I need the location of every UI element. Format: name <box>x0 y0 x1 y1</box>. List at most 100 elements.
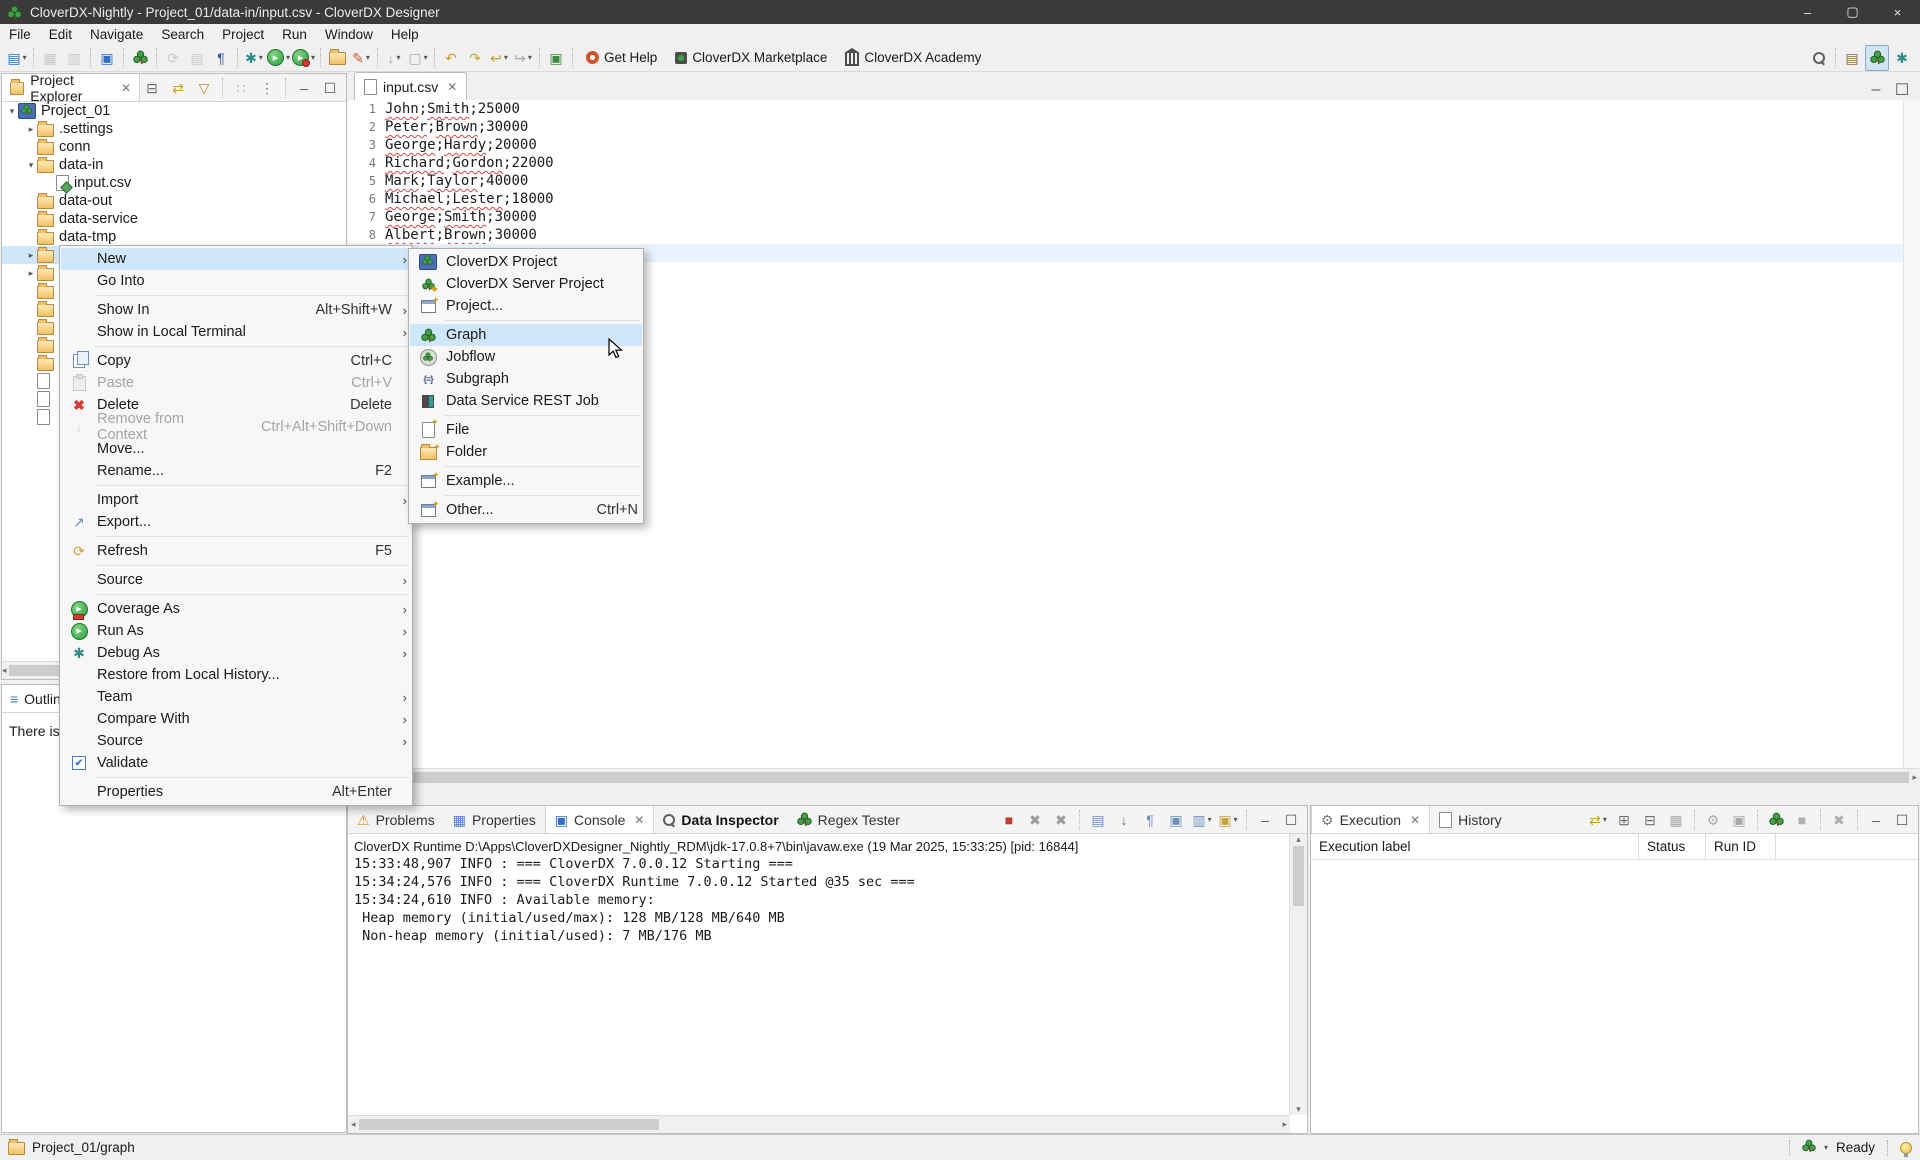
menu-project[interactable]: Project <box>213 25 273 44</box>
menu-item-export[interactable]: ↗Export... <box>61 511 411 533</box>
tree-item-data-service[interactable]: data-service <box>2 210 346 228</box>
menu-item-folder[interactable]: ✦Folder <box>410 441 642 463</box>
tab-history[interactable]: History <box>1430 806 1511 833</box>
filter-button[interactable]: ▽ <box>193 76 215 100</box>
scroll-up-icon[interactable]: ▴ <box>1296 834 1301 845</box>
remove-launch-button[interactable]: ✖ <box>1024 808 1046 832</box>
menu-item-example[interactable]: ✦Example... <box>410 470 642 492</box>
chevron-down-icon[interactable]: ▾ <box>1824 1143 1828 1152</box>
menu-run[interactable]: Run <box>273 25 316 44</box>
get-help-link[interactable]: Get Help <box>586 50 657 65</box>
tree-item-data-out[interactable]: data-out <box>2 192 346 210</box>
new-graph-button[interactable]: ▤▾ <box>6 46 28 70</box>
open-console-button[interactable]: ▣▾ <box>1217 808 1239 832</box>
expand-arrow-icon[interactable]: ▸ <box>25 124 37 135</box>
word-wrap-button[interactable]: ¶ <box>1139 808 1161 832</box>
menu-item-project[interactable]: ✦Project... <box>410 295 642 317</box>
menu-item-show-in[interactable]: Show InAlt+Shift+W› <box>61 299 411 321</box>
stop-button[interactable]: ■ <box>1791 808 1813 832</box>
undo-button[interactable]: ↶ <box>440 46 462 70</box>
menu-item-debug-as[interactable]: ✱Debug As› <box>61 642 411 664</box>
close-button[interactable]: × <box>1875 0 1920 24</box>
menu-item-graph[interactable]: Graph <box>410 324 642 346</box>
menu-item-refresh[interactable]: ⟳RefreshF5 <box>61 540 411 562</box>
menu-item-file[interactable]: ✦File <box>410 419 642 441</box>
remove-all-button[interactable]: ✖ <box>1050 808 1072 832</box>
maximize-button[interactable]: ☐ <box>1280 808 1302 832</box>
focus-button[interactable]: ∷ <box>230 76 252 100</box>
menu-window[interactable]: Window <box>316 25 382 44</box>
menu-item-other[interactable]: ✦Other...Ctrl+N <box>410 499 642 521</box>
server-status-icon[interactable] <box>1802 1139 1816 1156</box>
tab-data-inspector[interactable]: Data Inspector <box>654 806 787 833</box>
academy-link[interactable]: CloverDX Academy <box>845 50 981 66</box>
editor-hscrollbar[interactable]: ◂▸ <box>348 768 1920 786</box>
redo-button[interactable]: ↷ <box>464 46 486 70</box>
minimize-icon[interactable]: – <box>1866 80 1886 100</box>
menu-item-compare-with[interactable]: Compare With› <box>61 708 411 730</box>
notification-bulb-icon[interactable] <box>1900 1142 1912 1154</box>
menu-item-rename[interactable]: Rename...F2 <box>61 460 411 482</box>
scroll-thumb[interactable] <box>1293 846 1304 906</box>
column-header-run-id[interactable]: Run ID <box>1706 834 1776 859</box>
menu-item-run-as[interactable]: ▶Run As› <box>61 620 411 642</box>
view-menu-button[interactable]: ⋮ <box>256 76 278 100</box>
menu-item-restore-from-local-history[interactable]: Restore from Local History... <box>61 664 411 686</box>
menu-navigate[interactable]: Navigate <box>81 25 152 44</box>
debug-perspective-button[interactable]: ✱ <box>1891 46 1913 70</box>
link-editor-button[interactable]: ▣ <box>545 46 567 70</box>
expand-arrow-icon[interactable]: ▸ <box>25 268 37 279</box>
close-icon[interactable]: ✕ <box>121 81 131 95</box>
scroll-left-icon[interactable]: ◂ <box>351 1119 356 1130</box>
graph-source-button[interactable]: ▤ <box>186 46 208 70</box>
marketplace-link[interactable]: CloverDX Marketplace <box>675 50 827 65</box>
menu-item-remove-from-context[interactable]: ↓Remove from ContextCtrl+Alt+Shift+Down <box>61 416 411 438</box>
menu-edit[interactable]: Edit <box>40 25 81 44</box>
remove-button[interactable]: ✖ <box>1828 808 1850 832</box>
link-editor-button[interactable]: ⇄ <box>167 76 189 100</box>
scroll-left-icon[interactable]: ◂ <box>2 665 7 676</box>
scroll-right-icon[interactable]: ▸ <box>1912 772 1917 783</box>
tree-mode-button[interactable]: ▦ <box>1665 808 1687 832</box>
maximize-button[interactable]: ▢ <box>1830 0 1875 24</box>
menu-item-show-in-local-terminal[interactable]: Show in Local Terminal› <box>61 321 411 343</box>
menu-item-coverage-as[interactable]: ▶Coverage As› <box>61 598 411 620</box>
run-button[interactable]: ▶▾ <box>267 46 290 70</box>
tab-regex-tester[interactable]: Regex Tester <box>788 806 909 833</box>
menu-item-cloverdx-project[interactable]: CloverDX Project <box>410 251 642 273</box>
back-button[interactable]: ↩▾ <box>488 46 510 70</box>
menu-item-source[interactable]: Source› <box>61 730 411 752</box>
minimize-button[interactable]: – <box>293 76 315 100</box>
tab-execution[interactable]: ⚙Execution✕ <box>1311 806 1430 833</box>
expand-arrow-icon[interactable]: ▸ <box>25 250 37 261</box>
graph-refresh-button[interactable]: ⟳ <box>162 46 184 70</box>
scroll-thumb[interactable] <box>359 1119 659 1130</box>
column-header-execution-label[interactable]: Execution label <box>1311 834 1639 859</box>
tree-item-settings[interactable]: ▸.settings <box>2 120 346 138</box>
menu-item-cloverdx-server-project[interactable]: ◆CloverDX Server Project <box>410 273 642 295</box>
tab-properties[interactable]: ▦Properties <box>444 806 545 833</box>
close-icon[interactable]: ✕ <box>447 80 457 94</box>
tab-console[interactable]: ▣Console✕ <box>545 806 655 833</box>
debug-button[interactable]: ✱▾ <box>243 46 265 70</box>
overview-ruler[interactable] <box>1903 100 1920 768</box>
forward-button[interactable]: ↪▾ <box>512 46 534 70</box>
tree-item-conn[interactable]: conn <box>2 138 346 156</box>
open-perspective-button[interactable]: ▤ <box>1841 46 1863 70</box>
save-all-button[interactable]: ▥ <box>63 46 85 70</box>
import-window-button[interactable]: ↓▾ <box>383 46 405 70</box>
column-header-status[interactable]: Status <box>1639 834 1706 859</box>
collapse-all-button[interactable]: ⊟ <box>141 76 163 100</box>
maximize-button[interactable]: ☐ <box>1891 808 1913 832</box>
menu-item-new[interactable]: New› <box>61 248 411 270</box>
menu-item-go-into[interactable]: Go Into <box>61 270 411 292</box>
clover-perspective-button[interactable] <box>1865 45 1889 71</box>
tree-item-data-tmp[interactable]: data-tmp <box>2 228 346 246</box>
clipboard-button[interactable] <box>326 46 348 70</box>
clear-console-button[interactable]: ▤ <box>1087 808 1109 832</box>
terminate-button[interactable]: ■ <box>998 808 1020 832</box>
menu-help[interactable]: Help <box>382 25 428 44</box>
maximize-icon[interactable]: ☐ <box>1892 80 1912 100</box>
menu-item-subgraph[interactable]: {≡}Subgraph <box>410 368 642 390</box>
collapse-all-button[interactable]: ⊟ <box>1639 808 1661 832</box>
